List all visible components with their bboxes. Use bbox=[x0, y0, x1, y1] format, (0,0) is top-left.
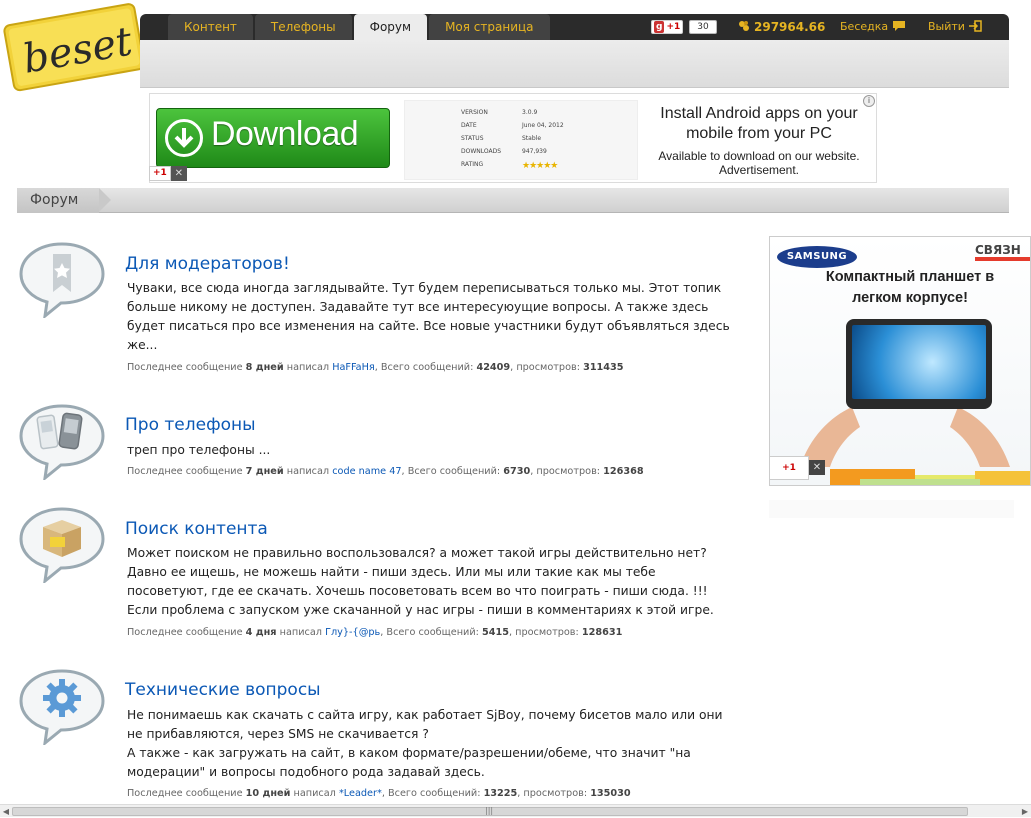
top-ad-close-icon[interactable]: ✕ bbox=[170, 166, 187, 181]
top-ad-banner[interactable]: Download VERSION 3.0.9 DATE June 04, 2012 … bbox=[149, 93, 877, 183]
scrollbar-grip-icon: ||| bbox=[485, 806, 494, 815]
side-ad-gplus-bar: +1 ✕ bbox=[769, 455, 825, 480]
gear-icon bbox=[19, 669, 105, 745]
side-ad-gplus-button[interactable]: +1 bbox=[769, 455, 809, 480]
forum-meta: Последнее сообщение 10 дней написал *Lea… bbox=[127, 788, 631, 799]
gplus-widget: g +1 30 bbox=[651, 14, 717, 40]
forum-meta: Последнее сообщение 8 дней написал HaFFa… bbox=[127, 362, 624, 373]
breadcrumb-arrow-icon bbox=[99, 188, 111, 212]
author-link[interactable]: code name 47 bbox=[332, 466, 401, 477]
author-link[interactable]: *Leader* bbox=[339, 788, 382, 799]
side-ad-close-icon[interactable]: ✕ bbox=[809, 460, 825, 475]
scroll-right-arrow-icon[interactable]: ▶ bbox=[1019, 805, 1031, 818]
chat-link[interactable]: Беседка bbox=[840, 14, 906, 40]
tab-my-page[interactable]: Моя страница bbox=[429, 14, 550, 40]
phones-icon bbox=[19, 404, 105, 480]
author-link[interactable]: HaFFaНя bbox=[332, 362, 375, 373]
ad-text: Install Android apps on your mobile from… bbox=[644, 104, 874, 177]
rating-stars: ★★★★★ bbox=[522, 161, 558, 171]
tablet-screen bbox=[852, 325, 986, 399]
download-button[interactable]: Download bbox=[156, 108, 390, 168]
app-spec-table: VERSION 3.0.9 DATE June 04, 2012 STATUS Sta… bbox=[404, 100, 638, 180]
coins-icon bbox=[739, 21, 749, 31]
coin-balance[interactable]: 297964.66 bbox=[738, 14, 825, 40]
side-ad-banner[interactable]: SAMSUNG СВЯЗН Компактный планшет в легко… bbox=[769, 236, 1031, 486]
sub-header bbox=[140, 40, 1009, 88]
download-label: Download bbox=[211, 115, 359, 153]
scroll-left-arrow-icon[interactable]: ◀ bbox=[0, 805, 12, 818]
forum-title[interactable]: Поиск контента bbox=[125, 519, 268, 539]
forum-title[interactable]: Для модераторов! bbox=[125, 254, 290, 274]
main-tabs: Контент Телефоны Форум Моя страница bbox=[168, 14, 552, 40]
speech-bubble-icon bbox=[892, 21, 905, 31]
top-ad-gplus-bar: +1 ✕ bbox=[149, 166, 187, 181]
horizontal-scrollbar[interactable]: ◀ ||| ▶ bbox=[0, 804, 1031, 817]
forum-meta: Последнее сообщение 4 дня написал Глу}-{… bbox=[127, 627, 623, 638]
samsung-logo: SAMSUNG bbox=[777, 246, 857, 268]
top-ad-gplus-button[interactable]: +1 bbox=[149, 166, 171, 181]
forum-meta: Последнее сообщение 7 дней написал code … bbox=[127, 466, 644, 477]
forum-description: Чуваки, все сюда иногда заглядывайте. Ту… bbox=[127, 281, 730, 352]
ad-headline: Install Android apps on your mobile from… bbox=[660, 105, 858, 142]
tab-phones[interactable]: Телефоны bbox=[254, 14, 352, 40]
breadcrumb: Форум bbox=[17, 188, 1009, 213]
bookmark-star-icon bbox=[19, 242, 105, 318]
ad-info-icon[interactable]: i bbox=[863, 95, 875, 107]
forum-description: треп про телефоны ... bbox=[127, 443, 271, 457]
beset-logo[interactable]: beset bbox=[0, 0, 150, 92]
tab-forum[interactable]: Форум bbox=[353, 14, 428, 40]
gplus-button[interactable]: g +1 bbox=[651, 20, 684, 34]
author-link[interactable]: Глу}-{@рь bbox=[325, 627, 380, 638]
gplus-count: 30 bbox=[689, 20, 717, 34]
side-ad-headline: Компактный планшет в легком корпусе! bbox=[825, 269, 995, 306]
forum-title[interactable]: Про телефоны bbox=[125, 415, 256, 435]
logout-link[interactable]: Выйти bbox=[928, 14, 983, 40]
download-arrow-icon bbox=[165, 119, 203, 157]
side-ad-placeholder bbox=[769, 500, 1014, 518]
logout-icon bbox=[969, 20, 983, 32]
gplus-icon: g bbox=[654, 21, 665, 33]
svyaznoy-logo-bar bbox=[975, 257, 1030, 261]
tab-content[interactable]: Контент bbox=[168, 14, 253, 40]
box-icon bbox=[19, 507, 105, 583]
svyaznoy-logo: СВЯЗН bbox=[975, 243, 1021, 257]
forum-title[interactable]: Технические вопросы bbox=[125, 680, 321, 700]
forum-description: Может поиском не правильно воспользовалс… bbox=[127, 546, 714, 617]
forum-description: Не понимаешь как скачать с сайта игру, к… bbox=[127, 708, 723, 779]
ad-subline: Available to download on our website. Ad… bbox=[658, 149, 860, 177]
breadcrumb-forum[interactable]: Форум bbox=[17, 188, 99, 213]
